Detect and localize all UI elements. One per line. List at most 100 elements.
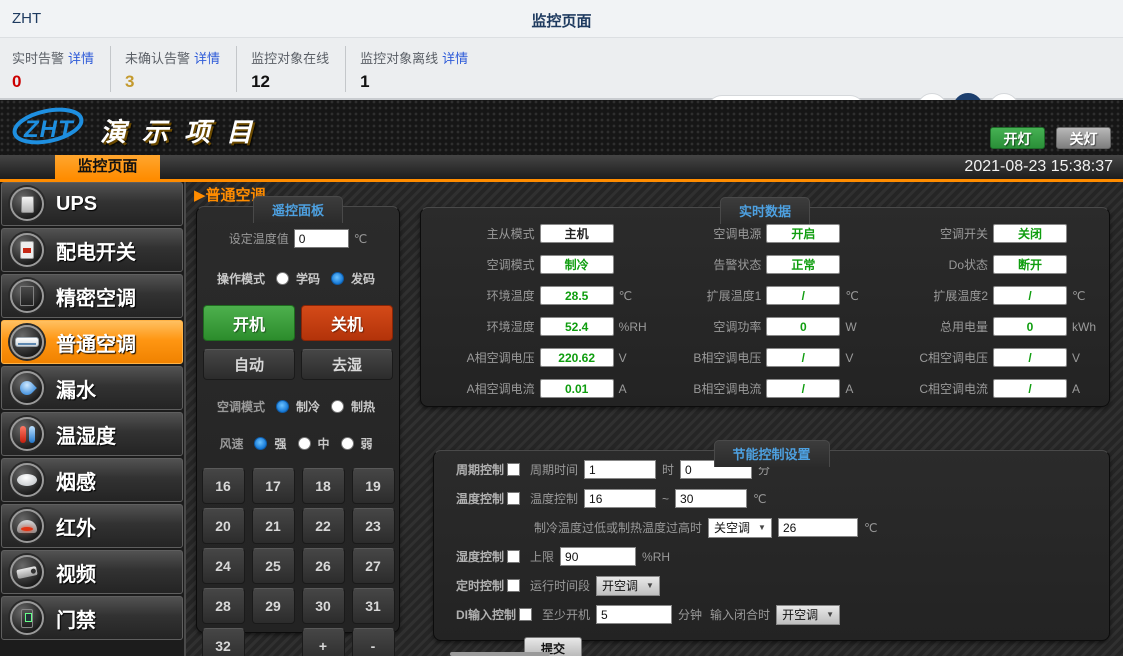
temp-button-29[interactable]: 29: [252, 588, 295, 624]
rt-value: 制冷: [540, 255, 614, 274]
fan-weak-radio[interactable]: [341, 437, 354, 450]
temp-button-26[interactable]: 26: [302, 548, 345, 584]
temp-button-31[interactable]: 31: [352, 588, 395, 624]
celsius-unit: ℃: [753, 492, 766, 506]
fan-strong-radio[interactable]: [254, 437, 267, 450]
temp-threshold-row: 制冷温度过低或制热温度过高时 关空调▼ ℃: [534, 517, 1109, 538]
temp-min-input[interactable]: [584, 489, 656, 508]
temp-button-22[interactable]: 22: [302, 508, 345, 544]
sidebar-item-label: UPS: [56, 193, 97, 216]
sidebar-item-label: 温湿度: [56, 420, 116, 449]
temp-button-23[interactable]: 23: [352, 508, 395, 544]
temp-button-17[interactable]: 17: [252, 468, 295, 504]
temp-button-21[interactable]: 21: [252, 508, 295, 544]
timer-control-checkbox[interactable]: [507, 579, 520, 592]
ac-mode-label: 空调模式: [217, 398, 265, 415]
threshold-temp-input[interactable]: [778, 518, 858, 537]
ac-mode-cool-label: 制冷: [296, 398, 320, 415]
light-on-button[interactable]: 开灯: [990, 127, 1045, 149]
select-value: 开空调: [782, 606, 818, 623]
temp-button-32[interactable]: 32: [202, 628, 245, 656]
dehumidify-button[interactable]: 去湿: [301, 349, 393, 380]
min-runtime-input[interactable]: [596, 605, 672, 624]
input-closed-label: 输入闭合时: [710, 606, 770, 623]
stat-label: 监控对象离线: [360, 51, 438, 66]
sidebar-item-ups[interactable]: UPS: [1, 182, 183, 226]
rt-value: 开启: [766, 224, 840, 243]
sidebar-item-power-switch[interactable]: 配电开关: [1, 228, 183, 272]
set-temp-input[interactable]: [294, 229, 349, 248]
temp-button-19[interactable]: 19: [352, 468, 395, 504]
op-mode-learn-radio[interactable]: [276, 272, 289, 285]
tab-monitoring-page[interactable]: 监控页面: [55, 155, 160, 179]
humidity-control-checkbox[interactable]: [507, 550, 520, 563]
cycle-control-checkbox[interactable]: [507, 463, 520, 476]
power-off-button[interactable]: 关机: [301, 305, 393, 341]
rt-label: B相空调电压: [648, 349, 767, 366]
op-mode-label: 操作模式: [217, 270, 265, 287]
rt-label: Do状态: [874, 256, 993, 273]
cycle-hour-input[interactable]: [584, 460, 656, 479]
chevron-down-icon: ▼: [646, 581, 654, 590]
temp-button-24[interactable]: 24: [202, 548, 245, 584]
sidebar-item-access-control[interactable]: 门禁: [1, 596, 183, 640]
humidity-limit-input[interactable]: [560, 547, 636, 566]
threshold-action-select[interactable]: 关空调▼: [708, 518, 772, 538]
rt-label: B相空调电流: [648, 380, 767, 397]
sidebar-item-infrared[interactable]: 红外: [1, 504, 183, 548]
sidebar-item-label: 门禁: [56, 604, 96, 633]
upper-limit-label: 上限: [530, 548, 554, 565]
ac-mode-cool-radio[interactable]: [276, 400, 289, 413]
detail-link[interactable]: 详情: [194, 51, 220, 66]
minutes-unit: 分钟: [678, 606, 702, 623]
temp-button-25[interactable]: 25: [252, 548, 295, 584]
chevron-down-icon: ▼: [758, 523, 766, 532]
power-on-button[interactable]: 开机: [203, 305, 295, 341]
rt-cell-ac-power-w: 空调功率0W: [648, 317, 875, 336]
op-mode-learn-label: 学码: [296, 270, 320, 287]
sidebar-item-water-leak[interactable]: 漏水: [1, 366, 183, 410]
set-temp-label: 设定温度值: [229, 230, 289, 247]
temp-button-20[interactable]: 20: [202, 508, 245, 544]
infrared-sensor-icon: [10, 509, 44, 543]
run-period-select[interactable]: 开空调▼: [596, 576, 660, 596]
op-mode-send-radio[interactable]: [331, 272, 344, 285]
temp-button-18[interactable]: 18: [302, 468, 345, 504]
min-runtime-label: 至少开机: [542, 606, 590, 623]
stat-label: 实时告警: [12, 51, 64, 66]
temp-button-16[interactable]: 16: [202, 468, 245, 504]
sidebar-item-label: 普通空调: [56, 328, 136, 357]
horizontal-scrollbar[interactable]: [450, 652, 550, 656]
di-control-checkbox[interactable]: [519, 608, 532, 621]
page-title: 监控页面: [0, 10, 1123, 31]
sidebar-item-precision-ac[interactable]: 精密空调: [1, 274, 183, 318]
temp-control-checkbox[interactable]: [507, 492, 520, 505]
temp-button-30[interactable]: 30: [302, 588, 345, 624]
detail-link[interactable]: 详情: [442, 51, 468, 66]
temp-button-27[interactable]: 27: [352, 548, 395, 584]
humidity-control-label: 湿度控制: [456, 548, 504, 565]
sidebar-item-temp-humidity[interactable]: 温湿度: [1, 412, 183, 456]
temp-max-input[interactable]: [675, 489, 747, 508]
mode-buttons-row: 自动 去湿: [197, 349, 399, 380]
temp-plus-button[interactable]: +: [302, 628, 345, 656]
rt-unit: %RH: [614, 320, 648, 334]
sidebar-item-label: 精密空调: [56, 282, 136, 311]
sidebar-item-video[interactable]: 视频: [1, 550, 183, 594]
fan-medium-radio[interactable]: [298, 437, 311, 450]
rt-unit: A: [840, 382, 874, 396]
rt-cell-phase-b-voltage: B相空调电压/V: [648, 348, 875, 367]
sidebar-item-label: 烟感: [56, 466, 96, 495]
ac-mode-heat-radio[interactable]: [331, 400, 344, 413]
water-drop-icon: [10, 371, 44, 405]
cycle-control-label: 周期控制: [456, 461, 504, 478]
auto-button[interactable]: 自动: [203, 349, 295, 380]
detail-link[interactable]: 详情: [68, 51, 94, 66]
light-off-button[interactable]: 关灯: [1056, 127, 1111, 149]
rt-cell-phase-c-voltage: C相空调电压/V: [874, 348, 1101, 367]
input-closed-select[interactable]: 开空调▼: [776, 605, 840, 625]
temp-minus-button[interactable]: -: [352, 628, 395, 656]
temp-button-28[interactable]: 28: [202, 588, 245, 624]
sidebar-item-normal-ac[interactable]: 普通空调: [1, 320, 183, 364]
sidebar-item-smoke[interactable]: 烟感: [1, 458, 183, 502]
